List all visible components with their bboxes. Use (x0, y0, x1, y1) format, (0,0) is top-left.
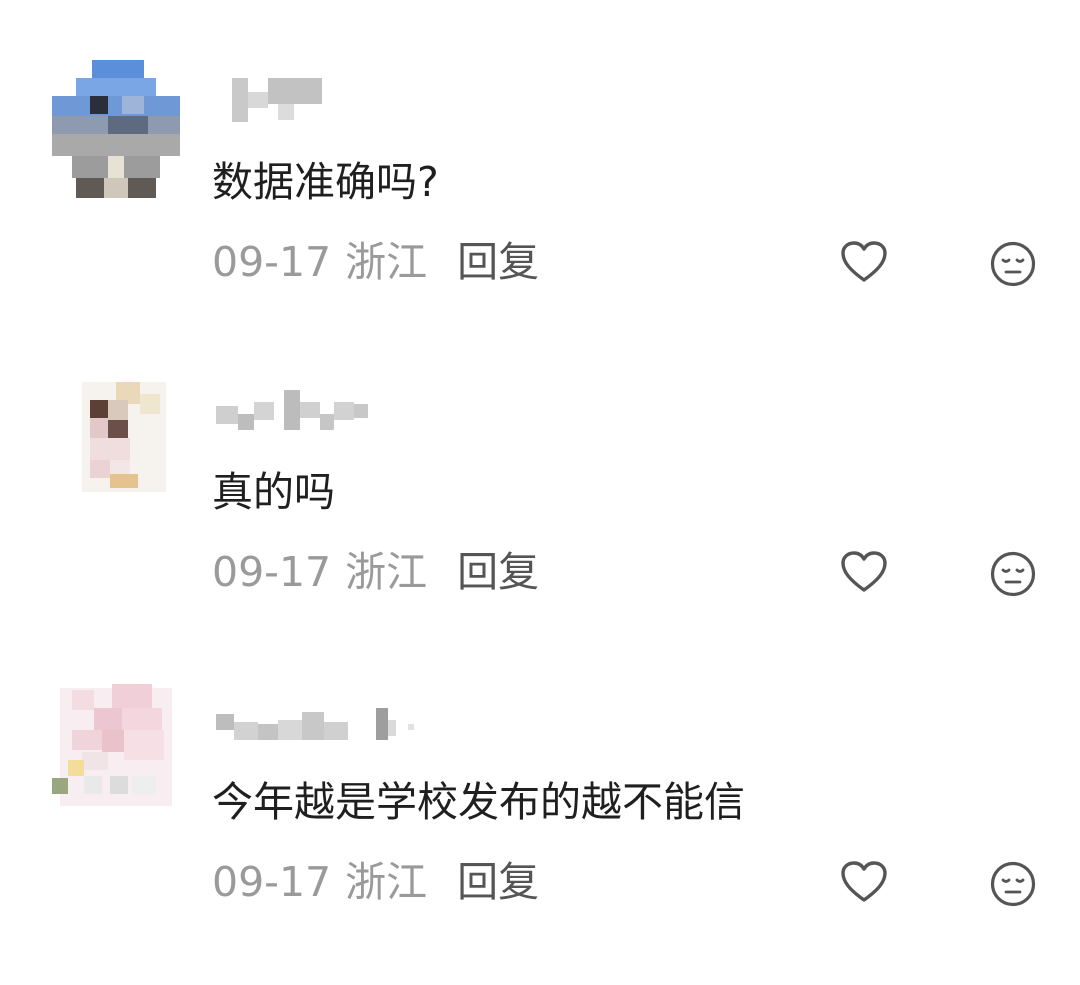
comment-meta: 09-17 浙江 回复 (212, 854, 539, 910)
comment-date: 09-17 (212, 548, 332, 596)
comment-location: 浙江 (345, 238, 428, 286)
comment-item: 今年越是学校发布的越不能信 09-17 浙江 回复 (0, 680, 1080, 980)
unamused-face-icon[interactable] (989, 240, 1037, 288)
comment-item: 数据准确吗? 09-17 浙江 回复 (0, 60, 1080, 360)
username-blurred[interactable] (212, 694, 422, 750)
comment-text: 今年越是学校发布的越不能信 (212, 778, 745, 826)
reply-button[interactable]: 回复 (457, 858, 539, 906)
heart-outline-icon[interactable] (840, 860, 888, 904)
comment-date: 09-17 (212, 858, 332, 906)
comment-location: 浙江 (345, 858, 428, 906)
comment-text: 真的吗 (212, 468, 335, 516)
unamused-face-icon[interactable] (989, 860, 1037, 908)
heart-outline-icon[interactable] (840, 240, 888, 284)
username-blurred[interactable] (212, 384, 372, 440)
comment-location: 浙江 (345, 548, 428, 596)
comment-meta: 09-17 浙江 回复 (212, 544, 539, 600)
comment-text: 数据准确吗? (212, 158, 439, 206)
heart-outline-icon[interactable] (840, 550, 888, 594)
reply-button[interactable]: 回复 (457, 238, 539, 286)
username-blurred[interactable] (212, 74, 332, 130)
avatar[interactable] (52, 60, 180, 204)
comment-meta: 09-17 浙江 回复 (212, 234, 539, 290)
reply-button[interactable]: 回复 (457, 548, 539, 596)
comment-date: 09-17 (212, 238, 332, 286)
comment-item: 真的吗 09-17 浙江 回复 (0, 370, 1080, 670)
avatar[interactable] (52, 370, 180, 514)
avatar[interactable] (52, 680, 180, 824)
unamused-face-icon[interactable] (989, 550, 1037, 598)
